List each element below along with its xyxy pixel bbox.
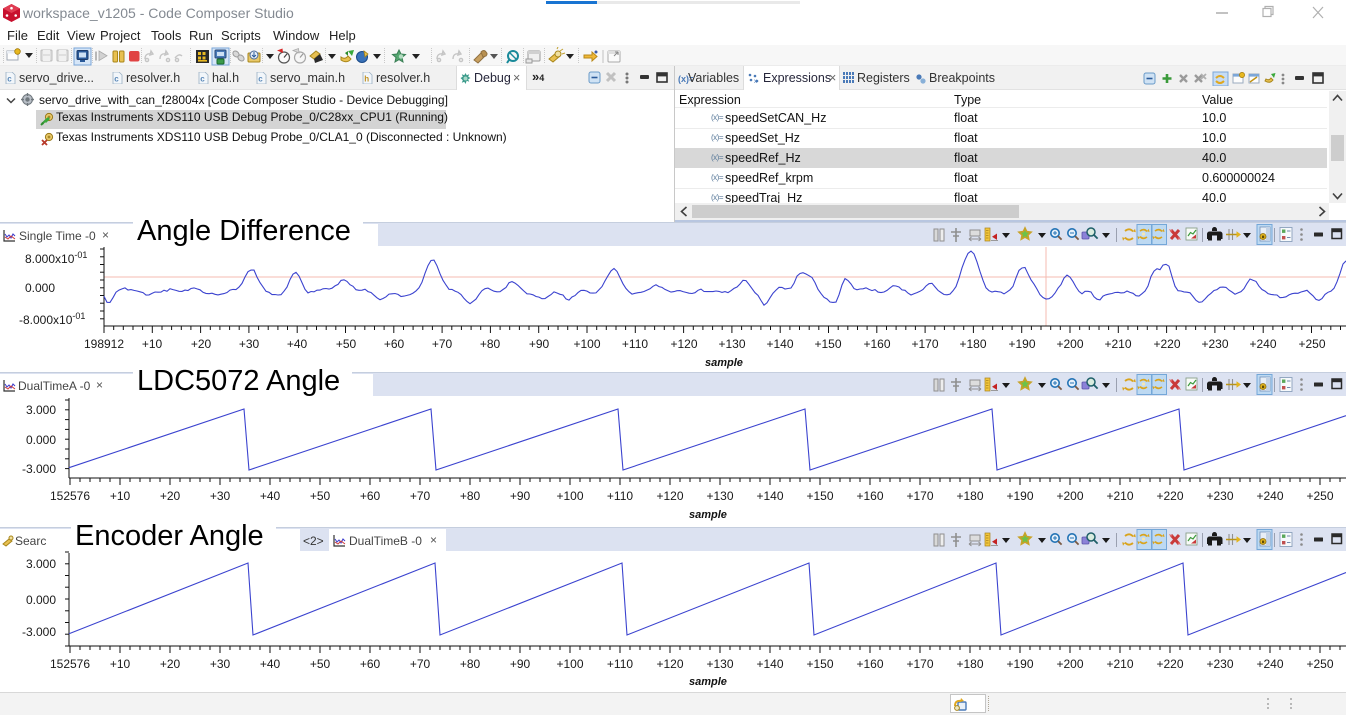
svg-text:x: x [754,79,757,84]
svg-text:h: h [364,75,369,84]
svg-text:c: c [258,75,263,84]
svg-text:c: c [7,75,12,84]
svg-text:c: c [200,75,205,84]
svg-text:c: c [114,75,119,84]
